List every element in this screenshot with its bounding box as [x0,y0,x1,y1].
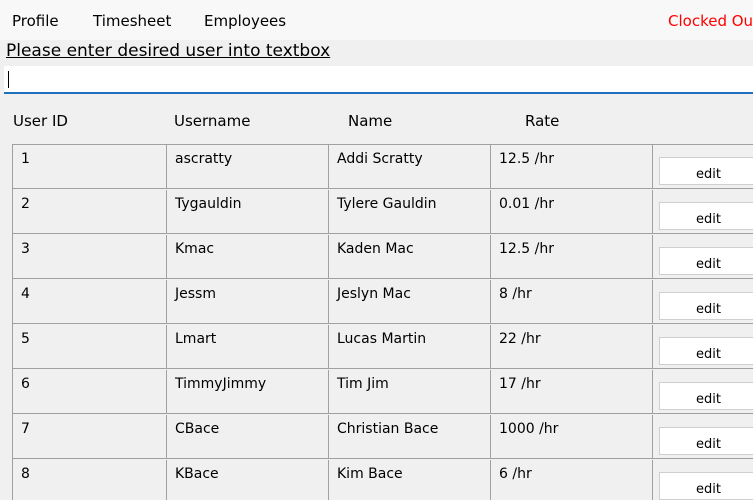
cell-action: edit [653,190,753,234]
cell-action: edit [653,235,753,279]
table-row: 8 KBace Kim Bace 6 /hr edit [13,460,753,500]
cell-username: Lmart [167,325,329,369]
header-rate: Rate [525,112,560,130]
table-row: 4 Jessm Jeslyn Mac 8 /hr edit [13,280,753,324]
cell-rate: 17 /hr [491,370,653,414]
edit-button[interactable]: edit [659,337,753,365]
menu-profile[interactable]: Profile [12,12,59,30]
menu-bar: Profile Timesheet Employees Clocked Out [0,0,753,40]
cell-name: Kaden Mac [329,235,491,279]
cell-name: Lucas Martin [329,325,491,369]
cell-name: Kim Bace [329,460,491,500]
cell-action: edit [653,415,753,459]
header-user-id: User ID [13,112,68,130]
cell-name: Jeslyn Mac [329,280,491,324]
cell-user-id: 1 [13,145,167,189]
cell-name: Tylere Gauldin [329,190,491,234]
edit-button[interactable]: edit [659,292,753,320]
table-row: 5 Lmart Lucas Martin 22 /hr edit [13,325,753,369]
cell-user-id: 6 [13,370,167,414]
cell-rate: 0.01 /hr [491,190,653,234]
edit-button[interactable]: edit [659,247,753,275]
cell-username: ascratty [167,145,329,189]
cell-action: edit [653,145,753,189]
cell-name: Tim Jim [329,370,491,414]
cell-name: Christian Bace [329,415,491,459]
cell-username: Tygauldin [167,190,329,234]
cell-user-id: 2 [13,190,167,234]
table-row: 1 ascratty Addi Scratty 12.5 /hr edit [13,145,753,189]
cell-action: edit [653,280,753,324]
cell-name: Addi Scratty [329,145,491,189]
cell-action: edit [653,370,753,414]
cell-rate: 12.5 /hr [491,235,653,279]
clock-status: Clocked Out [668,12,753,30]
cell-action: edit [653,325,753,369]
header-username: Username [174,112,251,130]
table-row: 2 Tygauldin Tylere Gauldin 0.01 /hr edit [13,190,753,234]
cell-rate: 6 /hr [491,460,653,500]
cell-user-id: 3 [13,235,167,279]
cell-user-id: 5 [13,325,167,369]
edit-button[interactable]: edit [659,472,753,500]
edit-button[interactable]: edit [659,427,753,455]
user-search-input[interactable] [4,66,753,94]
cell-username: TimmyJimmy [167,370,329,414]
cell-rate: 1000 /hr [491,415,653,459]
header-name: Name [348,112,393,130]
cell-username: Kmac [167,235,329,279]
cell-username: Jessm [167,280,329,324]
table-row: 3 Kmac Kaden Mac 12.5 /hr edit [13,235,753,279]
cell-user-id: 8 [13,460,167,500]
cell-user-id: 4 [13,280,167,324]
cell-rate: 8 /hr [491,280,653,324]
cell-user-id: 7 [13,415,167,459]
edit-button[interactable]: edit [659,202,753,230]
menu-employees[interactable]: Employees [204,12,286,30]
cell-rate: 22 /hr [491,325,653,369]
text-caret [8,71,9,88]
menu-timesheet[interactable]: Timesheet [93,12,171,30]
table-row: 7 CBace Christian Bace 1000 /hr edit [13,415,753,459]
employee-grid: 1 ascratty Addi Scratty 12.5 /hr edit 2 … [12,144,753,500]
edit-button[interactable]: edit [659,382,753,410]
cell-action: edit [653,460,753,500]
table-row: 6 TimmyJimmy Tim Jim 17 /hr edit [13,370,753,414]
cell-username: KBace [167,460,329,500]
edit-button[interactable]: edit [659,157,753,185]
cell-rate: 12.5 /hr [491,145,653,189]
search-prompt: Please enter desired user into textbox [6,41,331,61]
cell-username: CBace [167,415,329,459]
